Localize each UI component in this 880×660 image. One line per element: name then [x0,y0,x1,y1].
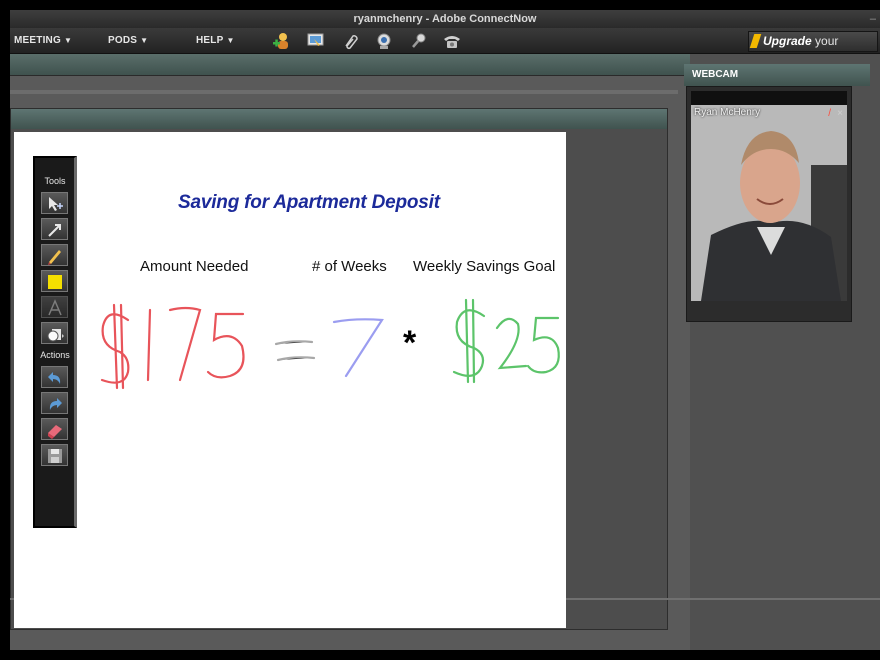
pencil-icon [48,250,61,265]
line-tool-button[interactable] [41,218,68,240]
shapes-icon [47,329,64,342]
undo-icon [48,372,61,384]
redo-button[interactable] [41,392,68,414]
actions-label: Actions [40,350,70,360]
text-tool-button[interactable] [41,296,68,318]
sticky-note-icon [48,275,62,289]
selection-icon [49,197,63,211]
ink-goal [452,298,560,384]
whiteboard-toolbar: Tools Actions [33,156,77,528]
redo-icon [49,398,62,410]
webcam-user-name: Ryan McHenry [694,107,761,118]
save-button[interactable] [41,444,68,466]
eraser-button[interactable] [41,418,68,440]
shapes-tool-button[interactable] [41,322,68,344]
line-icon [48,224,61,237]
edit-icon[interactable]: / [828,108,831,119]
sticky-note-tool-button[interactable] [41,270,68,292]
webcam-pod-header[interactable]: WEBCAM [684,64,870,86]
close-icon[interactable]: × [837,108,843,119]
tools-label: Tools [44,176,66,186]
ink-times: * [403,324,417,362]
undo-button[interactable] [41,366,68,388]
pencil-tool-button[interactable] [41,244,68,266]
ink-weeks [332,318,384,378]
ink-equals [274,340,316,362]
webcam-video: Ryan McHenry / × [691,105,847,301]
webcam-pod: Ryan McHenry / × [686,86,852,322]
person-avatar [691,105,847,301]
selection-tool-button[interactable] [41,192,68,214]
webcam-top-bar [691,91,847,105]
save-icon [48,449,62,463]
eraser-icon [48,425,62,439]
text-icon [48,299,62,316]
ink-amount [100,303,245,390]
